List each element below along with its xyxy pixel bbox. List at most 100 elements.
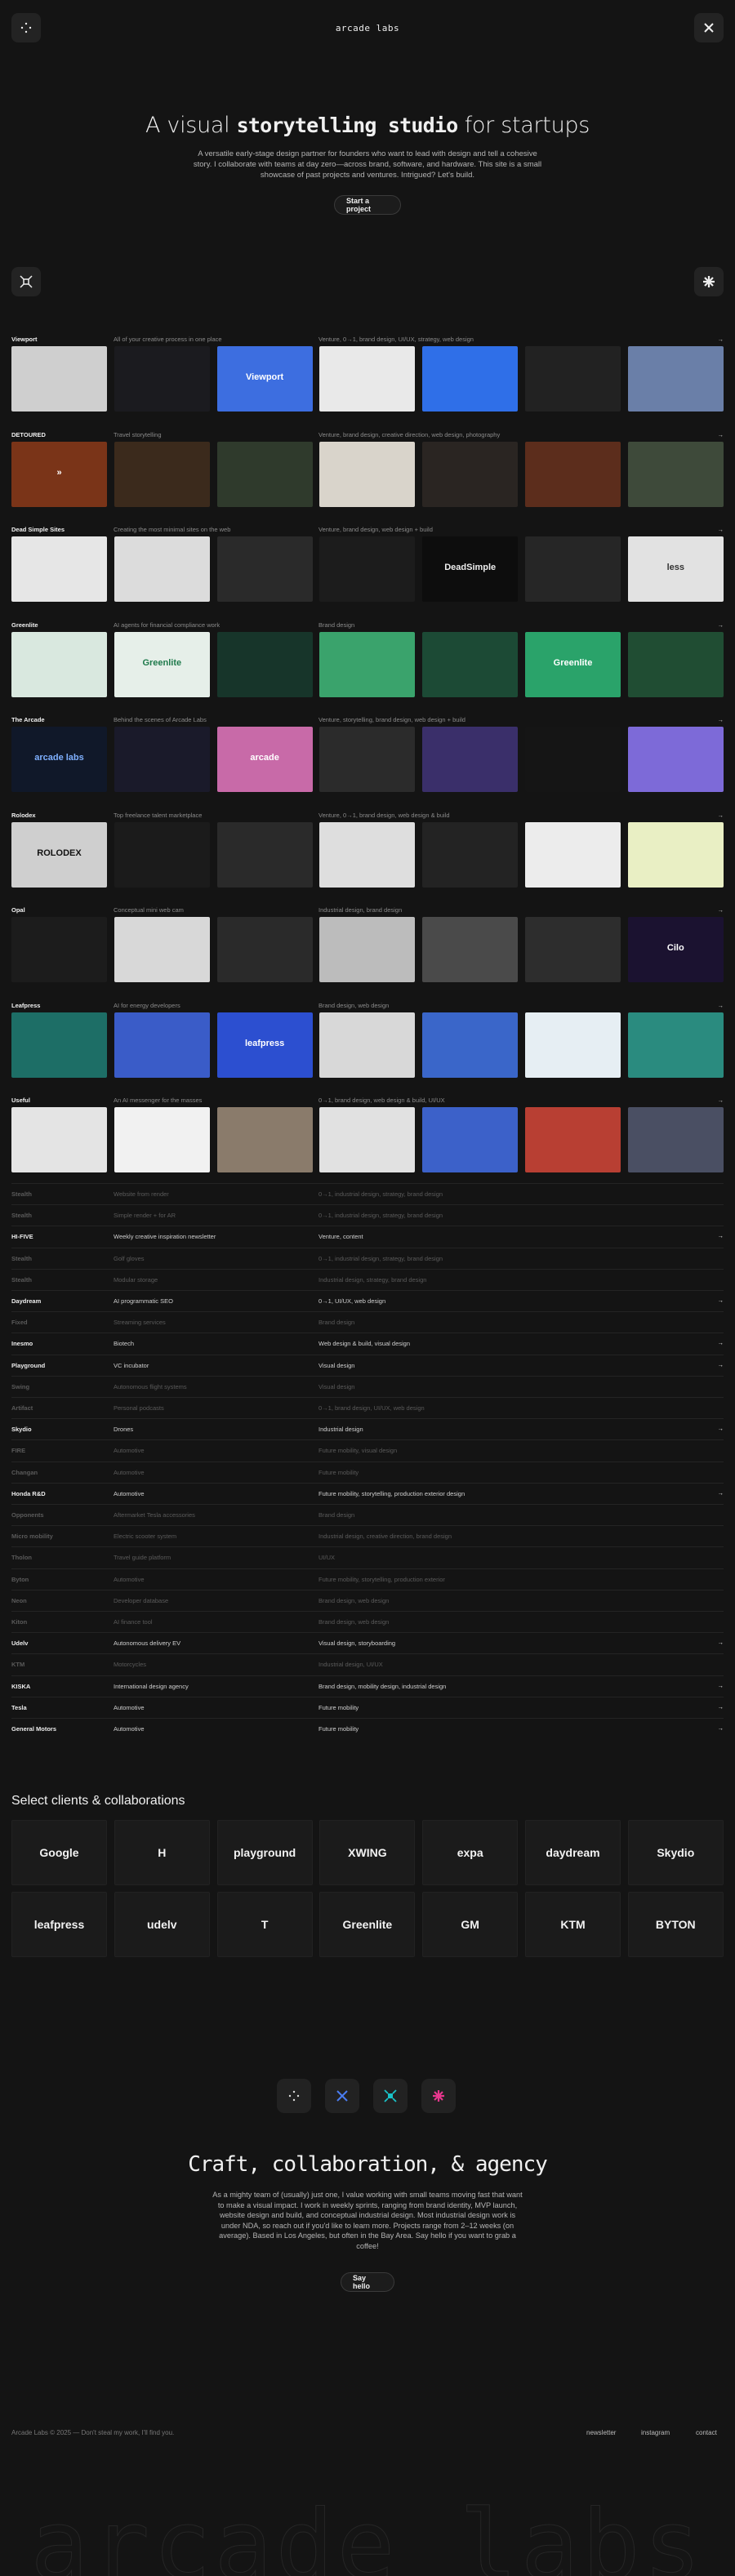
arrow-right-icon[interactable]: → xyxy=(718,716,724,723)
project-thumbnail[interactable]: Viewport xyxy=(216,346,313,412)
project-thumbnail[interactable] xyxy=(422,1012,519,1078)
table-row[interactable]: KISKA International design agency Brand de… xyxy=(11,1675,724,1697)
project-thumbnail[interactable] xyxy=(114,346,210,412)
project-thumbnail[interactable] xyxy=(422,441,519,507)
project-thumbnail[interactable] xyxy=(422,346,519,412)
project-thumbnail[interactable] xyxy=(11,1012,107,1078)
project-thumbnail[interactable]: leafpress xyxy=(216,1012,313,1078)
footer-link-instagram[interactable]: instagram xyxy=(641,2429,670,2436)
project-thumbnail[interactable] xyxy=(114,821,210,888)
project-thumbnail[interactable] xyxy=(319,727,416,792)
project-thumbnail[interactable] xyxy=(216,441,313,507)
close-button[interactable] xyxy=(694,13,724,42)
table-row[interactable]: General Motors Automotive Future mobility → xyxy=(11,1718,724,1739)
project-thumbnail[interactable] xyxy=(627,1012,724,1078)
project-thumbnail[interactable] xyxy=(525,441,621,507)
arrow-right-icon[interactable]: → xyxy=(718,812,724,819)
project-row[interactable]: Useful An AI messenger for the masses 0→1,… xyxy=(11,1097,724,1178)
project-thumbnail[interactable] xyxy=(319,821,416,888)
project-thumbnail[interactable]: » xyxy=(11,441,107,507)
arrow-right-icon[interactable]: → xyxy=(718,431,724,438)
project-thumbnail[interactable] xyxy=(11,536,107,602)
project-row[interactable]: Leafpress AI for energy developers Brand d… xyxy=(11,1002,724,1083)
project-thumbnail[interactable] xyxy=(114,441,210,507)
project-thumbnail[interactable]: arcade xyxy=(216,727,313,792)
project-thumbnail[interactable] xyxy=(216,917,313,982)
table-row[interactable]: Playground VC incubator Visual design → xyxy=(11,1354,724,1376)
table-row[interactable]: Udelv Autonomous delivery EV Visual design… xyxy=(11,1632,724,1653)
project-thumbnail[interactable] xyxy=(319,917,416,982)
project-thumbnail[interactable] xyxy=(627,441,724,507)
project-thumbnail[interactable] xyxy=(11,346,107,412)
project-thumbnail[interactable] xyxy=(525,727,621,792)
project-thumbnail[interactable]: Greenlite xyxy=(114,631,210,697)
project-thumbnail[interactable] xyxy=(216,821,313,888)
project-thumbnail[interactable] xyxy=(114,536,210,602)
project-thumbnail[interactable]: Greenlite xyxy=(525,631,621,697)
say-hello-button[interactable]: Say hello xyxy=(341,2272,394,2292)
project-thumbnail[interactable] xyxy=(525,1107,621,1172)
project-thumbnail[interactable] xyxy=(627,727,724,792)
project-row[interactable]: Opal Conceptual mini web cam Industrial de… xyxy=(11,906,724,988)
project-thumbnail[interactable]: ROLODEX xyxy=(11,821,107,888)
table-row[interactable]: Skydio Drones Industrial design → xyxy=(11,1418,724,1439)
table-row[interactable]: HI-FIVE Weekly creative inspiration newsl… xyxy=(11,1226,724,1247)
project-thumbnail[interactable]: arcade labs xyxy=(11,727,107,792)
start-project-button[interactable]: Start a project xyxy=(334,195,401,215)
project-thumbnail[interactable] xyxy=(525,536,621,602)
project-thumbnail[interactable] xyxy=(422,821,519,888)
footer-link-contact[interactable]: contact xyxy=(696,2429,717,2436)
arrow-right-icon[interactable]: → xyxy=(718,336,724,343)
project-thumbnail[interactable] xyxy=(422,631,519,697)
project-thumbnail[interactable]: less xyxy=(627,536,724,602)
project-thumbnail[interactable] xyxy=(525,346,621,412)
project-thumbnail[interactable] xyxy=(319,631,416,697)
project-thumbnail[interactable] xyxy=(216,1107,313,1172)
project-thumbnail[interactable] xyxy=(216,536,313,602)
project-thumbnail[interactable] xyxy=(114,727,210,792)
table-row[interactable]: Inesmo Biotech Web design & build, visual … xyxy=(11,1332,724,1354)
project-thumbnail[interactable] xyxy=(319,1107,416,1172)
table-row[interactable]: Daydream AI programmatic SEO 0→1, UI/UX, w… xyxy=(11,1290,724,1311)
project-thumbnail[interactable] xyxy=(11,917,107,982)
site-logo[interactable]: arcade labs xyxy=(0,23,735,33)
project-thumbnail[interactable] xyxy=(216,631,313,697)
project-thumbnail[interactable] xyxy=(319,346,416,412)
arrow-right-icon[interactable]: → xyxy=(718,906,724,914)
sparkle-button[interactable] xyxy=(694,267,724,296)
arrow-right-icon[interactable]: → xyxy=(718,1002,724,1009)
project-thumbnail[interactable] xyxy=(627,1107,724,1172)
project-thumbnail[interactable] xyxy=(422,917,519,982)
project-thumbnail[interactable] xyxy=(525,1012,621,1078)
arrow-right-icon[interactable]: → xyxy=(718,1097,724,1104)
arrow-right-icon[interactable]: → xyxy=(718,621,724,629)
project-row[interactable]: Rolodex Top freelance talent marketplace V… xyxy=(11,812,724,893)
footer-link-newsletter[interactable]: newsletter xyxy=(586,2429,616,2436)
project-row[interactable]: The Arcade Behind the scenes of Arcade La… xyxy=(11,716,724,798)
project-thumbnail[interactable] xyxy=(627,346,724,412)
project-thumbnail[interactable] xyxy=(319,441,416,507)
project-row[interactable]: Greenlite AI agents for financial complia… xyxy=(11,621,724,703)
project-thumbnail[interactable] xyxy=(627,631,724,697)
table-row[interactable]: Honda R&D Automotive Future mobility, stor… xyxy=(11,1482,724,1504)
project-thumbnail[interactable]: Cilo xyxy=(627,917,724,982)
project-thumbnail[interactable] xyxy=(114,1107,210,1172)
project-thumbnail[interactable] xyxy=(11,1107,107,1172)
project-thumbnail[interactable] xyxy=(422,727,519,792)
project-thumbnail[interactable] xyxy=(319,536,416,602)
project-thumbnail[interactable] xyxy=(525,917,621,982)
project-thumbnail[interactable] xyxy=(422,1107,519,1172)
project-row[interactable]: DETOURED Travel storytelling Venture, bran… xyxy=(11,431,724,513)
project-thumbnail[interactable] xyxy=(319,1012,416,1078)
project-thumbnail[interactable] xyxy=(525,821,621,888)
project-thumbnail[interactable] xyxy=(627,821,724,888)
arrow-right-icon[interactable]: → xyxy=(718,526,724,533)
project-row[interactable]: Viewport All of your creative process in … xyxy=(11,336,724,417)
project-thumbnail[interactable] xyxy=(114,917,210,982)
project-thumbnail[interactable] xyxy=(114,1012,210,1078)
table-row[interactable]: Tesla Automotive Future mobility → xyxy=(11,1696,724,1718)
project-thumbnail[interactable] xyxy=(11,631,107,697)
project-thumbnail[interactable]: DeadSimple xyxy=(422,536,519,602)
collapse-view-button[interactable] xyxy=(11,267,41,296)
project-row[interactable]: Dead Simple Sites Creating the most minim… xyxy=(11,526,724,607)
